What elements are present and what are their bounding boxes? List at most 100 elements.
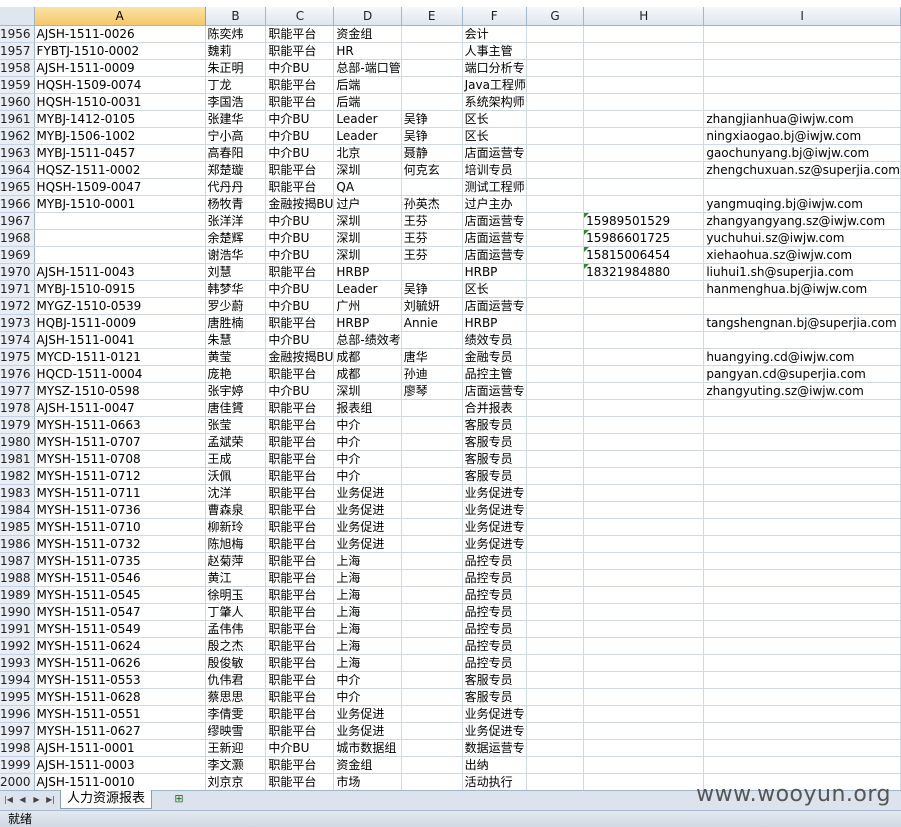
cell-e[interactable]	[401, 722, 463, 740]
cell-h[interactable]	[583, 484, 705, 502]
cell-b[interactable]: 高春阳	[205, 144, 267, 162]
cell-d[interactable]: 业务促进	[333, 705, 402, 723]
cell-a[interactable]: MYSH-1511-0663	[34, 416, 206, 434]
cell-e[interactable]	[401, 433, 463, 451]
cell-b[interactable]: 丁龙	[205, 76, 267, 94]
cell-d[interactable]: Leader	[333, 280, 402, 298]
cell-g[interactable]	[526, 229, 585, 247]
cell-b[interactable]: 李国浩	[205, 93, 267, 111]
cell-g[interactable]	[526, 620, 585, 638]
cell-i[interactable]	[703, 637, 901, 655]
cell-d[interactable]: HRBP	[333, 263, 402, 281]
cell-h[interactable]	[583, 297, 705, 315]
row-header[interactable]: 1978	[0, 399, 35, 417]
cell-b[interactable]: 孟伟伟	[205, 620, 267, 638]
cell-a[interactable]: HQSH-1509-0074	[34, 76, 206, 94]
cell-b[interactable]: 刘京京	[205, 773, 267, 790]
cell-d[interactable]: 资金组	[333, 756, 402, 774]
cell-h[interactable]	[583, 569, 705, 587]
cell-e[interactable]	[401, 586, 463, 604]
last-sheet-icon[interactable]: ▶|	[45, 794, 56, 806]
cell-g[interactable]	[526, 314, 585, 332]
cell-f[interactable]: 店面运营专	[462, 212, 527, 230]
column-header-i[interactable]: I	[703, 7, 901, 26]
cell-b[interactable]: 缪映雪	[205, 722, 267, 740]
cell-b[interactable]: 张莹	[205, 416, 267, 434]
cell-d[interactable]: 上海	[333, 637, 402, 655]
cell-a[interactable]: MYSH-1511-0708	[34, 450, 206, 468]
cell-f[interactable]: 培训专员	[462, 161, 527, 179]
cell-f[interactable]: 业务促进专	[462, 535, 527, 553]
spreadsheet-grid[interactable]: ABCDEFGHI 1956 AJSH-1511-0026 陈奕炜 职能平台 资金组 会计…	[0, 0, 901, 790]
row-header[interactable]: 1996	[0, 705, 35, 723]
cell-b[interactable]: 魏莉	[205, 42, 267, 60]
cell-i[interactable]: yuchuhui.sz@iwjw.com	[703, 229, 901, 247]
cell-i[interactable]	[703, 603, 901, 621]
cell-i[interactable]	[703, 450, 901, 468]
cell-i[interactable]	[703, 705, 901, 723]
cell-c[interactable]: 职能平台	[265, 25, 335, 43]
cell-d[interactable]: 后端	[333, 76, 402, 94]
cell-d[interactable]: 资金组	[333, 25, 402, 43]
cell-b[interactable]: 陈旭梅	[205, 535, 267, 553]
row-header[interactable]: 1962	[0, 127, 35, 145]
cell-a[interactable]: AJSH-1511-0041	[34, 331, 206, 349]
cell-f[interactable]: 品控专员	[462, 603, 527, 621]
cell-g[interactable]	[526, 76, 585, 94]
cell-d[interactable]: 业务促进	[333, 501, 402, 519]
cell-e[interactable]	[401, 688, 463, 706]
cell-g[interactable]	[526, 178, 585, 196]
cell-a[interactable]: MYSH-1511-0626	[34, 654, 206, 672]
cell-d[interactable]: HR	[333, 42, 402, 60]
cell-d[interactable]: 中介	[333, 671, 402, 689]
cell-g[interactable]	[526, 535, 585, 553]
cell-e[interactable]: Annie	[401, 314, 463, 332]
cell-c[interactable]: 中介BU	[265, 382, 335, 400]
cell-d[interactable]: 上海	[333, 603, 402, 621]
cell-c[interactable]: 职能平台	[265, 586, 335, 604]
row-header[interactable]: 1994	[0, 671, 35, 689]
cell-e[interactable]: 吴铮	[401, 110, 463, 128]
cell-f[interactable]: 品控主管	[462, 365, 527, 383]
cell-g[interactable]	[526, 756, 585, 774]
cell-g[interactable]	[526, 127, 585, 145]
cell-i[interactable]	[703, 76, 901, 94]
cell-e[interactable]	[401, 705, 463, 723]
cell-i[interactable]	[703, 399, 901, 417]
cell-d[interactable]: 深圳	[333, 246, 402, 264]
cell-a[interactable]: MYSH-1511-0627	[34, 722, 206, 740]
cell-b[interactable]: 杨牧青	[205, 195, 267, 213]
cell-i[interactable]	[703, 178, 901, 196]
cell-a[interactable]: MYSH-1511-0732	[34, 535, 206, 553]
cell-a[interactable]: MYSH-1511-0551	[34, 705, 206, 723]
cell-d[interactable]: QA	[333, 178, 402, 196]
cell-e[interactable]	[401, 93, 463, 111]
cell-b[interactable]: 殷俊敏	[205, 654, 267, 672]
cell-e[interactable]	[401, 399, 463, 417]
cell-g[interactable]	[526, 569, 585, 587]
cell-i[interactable]	[703, 552, 901, 570]
cell-g[interactable]	[526, 773, 585, 790]
cell-a[interactable]: AJSH-1511-0009	[34, 59, 206, 77]
cell-h[interactable]	[583, 773, 705, 790]
cell-f[interactable]: 品控专员	[462, 552, 527, 570]
cell-g[interactable]	[526, 722, 585, 740]
cell-b[interactable]: 徐明玉	[205, 586, 267, 604]
cell-a[interactable]: AJSH-1511-0043	[34, 263, 206, 281]
row-header[interactable]: 1961	[0, 110, 35, 128]
row-header[interactable]: 1970	[0, 263, 35, 281]
cell-b[interactable]: 丁肇人	[205, 603, 267, 621]
cell-d[interactable]: 深圳	[333, 161, 402, 179]
cell-f[interactable]: 客服专员	[462, 671, 527, 689]
cell-g[interactable]	[526, 416, 585, 434]
cell-e[interactable]	[401, 756, 463, 774]
cell-a[interactable]: MYSH-1511-0549	[34, 620, 206, 638]
cell-g[interactable]	[526, 331, 585, 349]
cell-h[interactable]	[583, 25, 705, 43]
cell-f[interactable]: 业务促进专	[462, 722, 527, 740]
cell-h[interactable]	[583, 399, 705, 417]
cell-c[interactable]: 职能平台	[265, 161, 335, 179]
cell-b[interactable]: 孟斌荣	[205, 433, 267, 451]
cell-a[interactable]: HQCD-1511-0004	[34, 365, 206, 383]
cell-d[interactable]: 上海	[333, 569, 402, 587]
